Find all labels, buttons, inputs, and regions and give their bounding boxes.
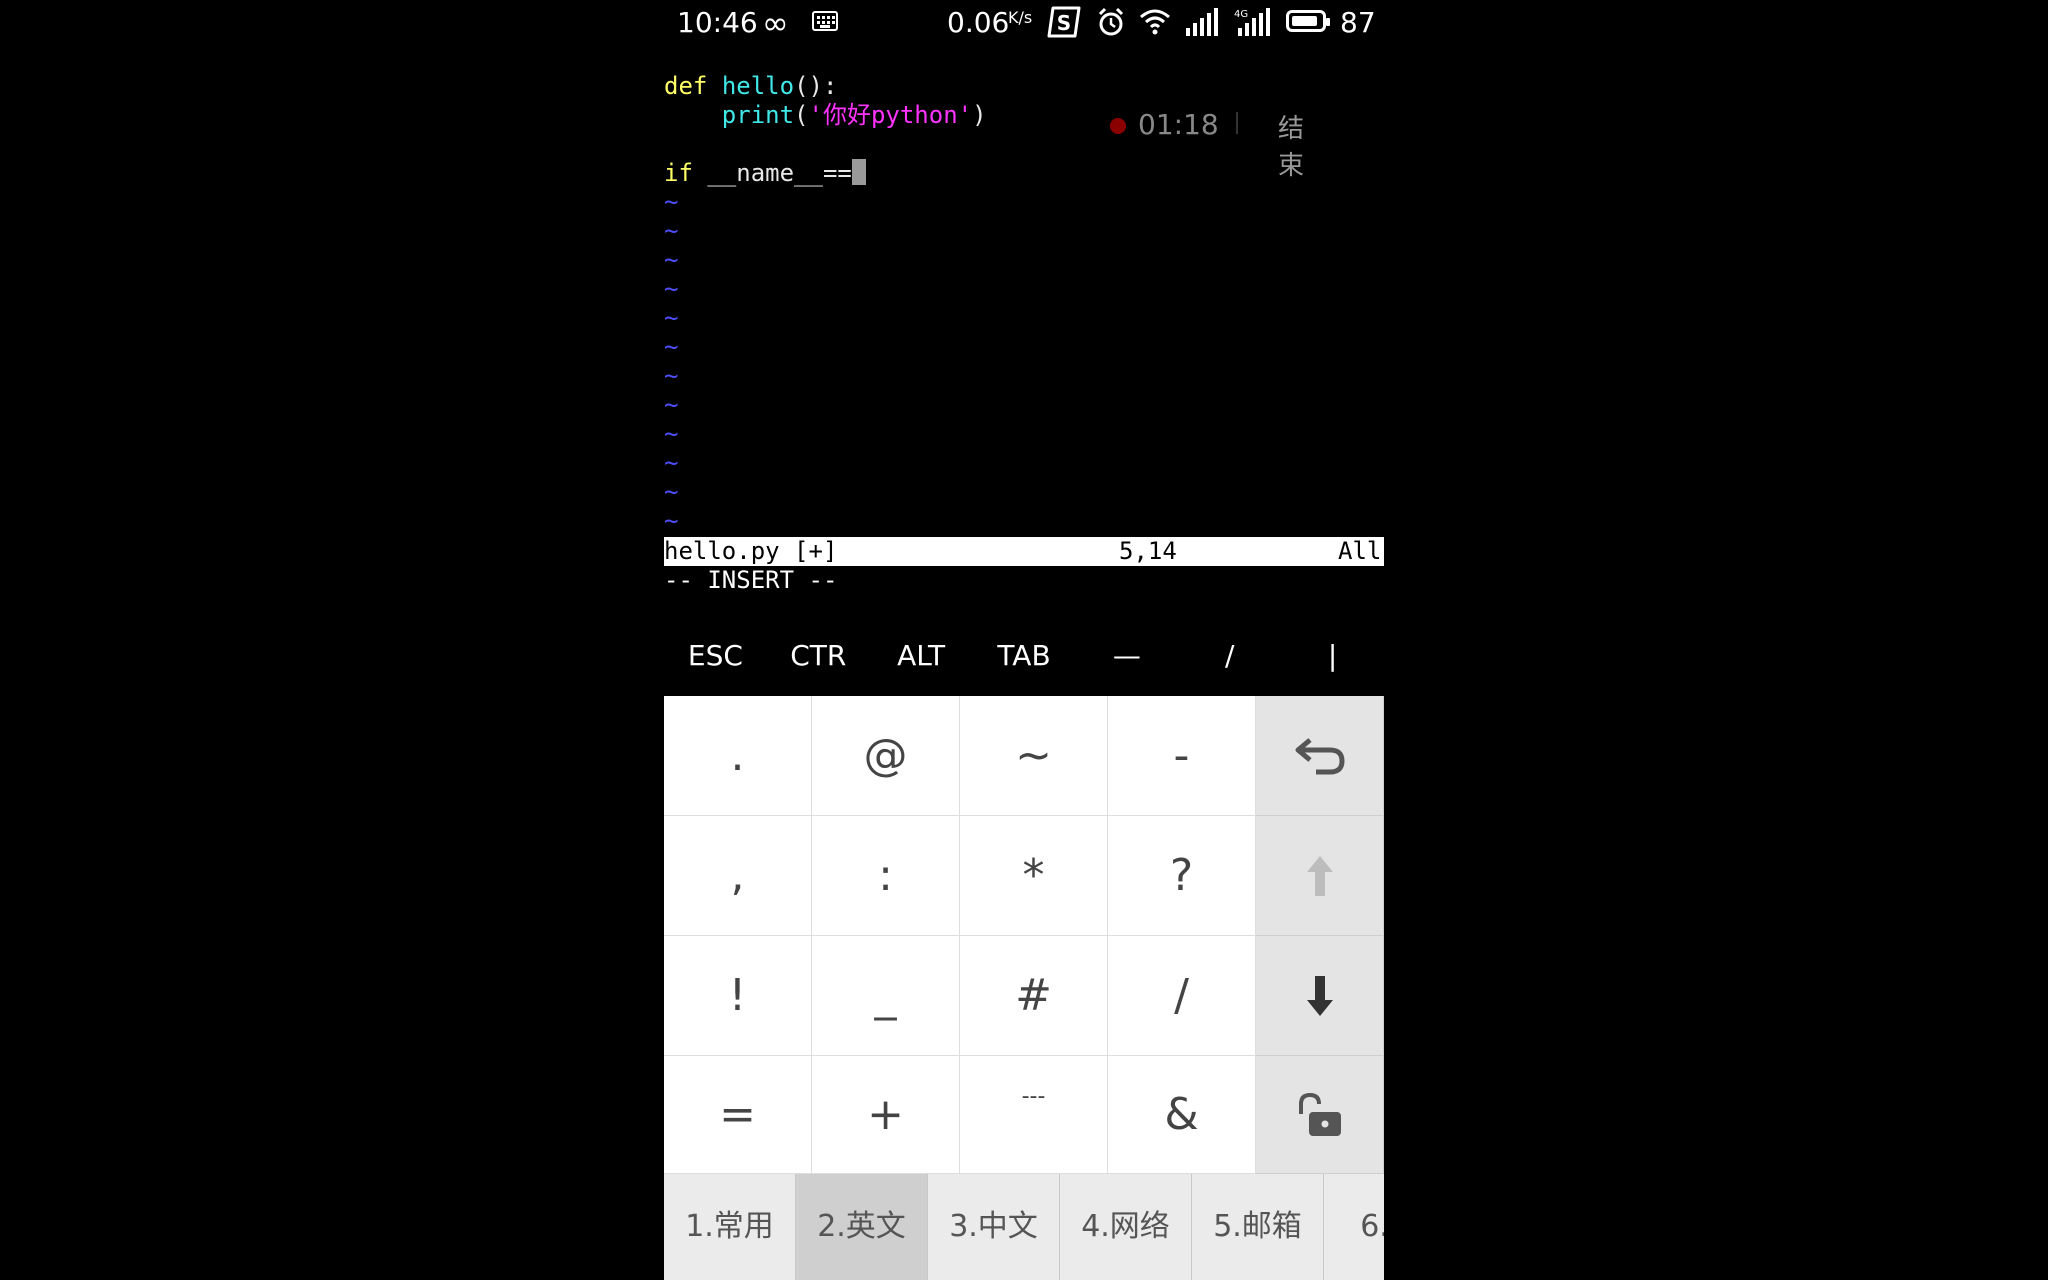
code-text: ():	[794, 72, 838, 100]
function-name: hello	[721, 72, 795, 100]
battery-percent: 87	[1340, 6, 1376, 39]
empty-line-marker: ~	[664, 217, 679, 245]
battery-icon	[1286, 10, 1330, 32]
tab-email[interactable]: 5.邮箱	[1192, 1174, 1324, 1280]
alt-key[interactable]: ALT	[870, 628, 973, 684]
4g-signal-icon: 4G	[1234, 8, 1270, 36]
end-recording-button[interactable]: 结束	[1278, 108, 1304, 182]
code-text: __name__==	[692, 159, 852, 187]
wifi-icon	[1140, 9, 1170, 35]
key-equals[interactable]: =	[664, 1056, 812, 1174]
empty-line-marker: ~	[664, 188, 679, 216]
record-dot-icon	[1110, 118, 1126, 134]
statusline-filename: hello.py [+]	[664, 537, 838, 565]
status-bar: 10:46 ∞ 0.06 K/s S 4G 87	[664, 0, 1384, 44]
keyword: if	[664, 159, 693, 187]
empty-line-marker: ~	[664, 478, 679, 506]
alarm-icon	[1098, 7, 1124, 36]
empty-line-marker: ~	[664, 391, 679, 419]
dash-key[interactable]: —	[1075, 628, 1178, 684]
empty-line-marker: ~	[664, 420, 679, 448]
key-comma[interactable]: ,	[664, 816, 812, 936]
unlock-key[interactable]	[1256, 1056, 1384, 1174]
code-line-1: def hello():	[664, 72, 1384, 101]
statusline-position: 5,14	[1119, 537, 1177, 565]
slash-key[interactable]: /	[1178, 628, 1281, 684]
paren-close: )	[972, 101, 987, 129]
phone-screen: 10:46 ∞ 0.06 K/s S 4G 87 def hello(): pr…	[664, 0, 1384, 1280]
keyboard-category-tabs: 1.常用 2.英文 3.中文 4.网络 5.邮箱 6.数	[664, 1174, 1384, 1280]
key-exclamation[interactable]: !	[664, 936, 812, 1056]
extra-keys-row: ESC CTR ALT TAB — / |	[664, 628, 1384, 684]
sogou-icon: S	[1047, 6, 1081, 38]
vim-statusline: hello.py [+] 5,14 All	[664, 537, 1384, 566]
recording-time: 01:18	[1138, 108, 1219, 141]
function-name: print	[721, 101, 795, 129]
backspace-icon	[1295, 737, 1345, 774]
arrow-down-icon	[1306, 975, 1333, 1016]
status-time: 10:46	[677, 6, 758, 39]
code-line-4: if __name__==	[664, 159, 1384, 188]
empty-line-marker: ~	[664, 246, 679, 274]
tab-numbers[interactable]: 6.数	[1324, 1174, 1384, 1280]
empty-line-marker: ~	[664, 333, 679, 361]
tab-key[interactable]: TAB	[973, 628, 1076, 684]
empty-line-marker: ~	[664, 362, 679, 390]
key-question[interactable]: ?	[1108, 816, 1256, 936]
key-slash[interactable]: /	[1108, 936, 1256, 1056]
key-at[interactable]: @	[812, 696, 960, 816]
shift-up-key[interactable]	[1256, 816, 1384, 936]
code-line-2: print('你好python')	[664, 101, 1384, 130]
empty-line-marker: ~	[664, 304, 679, 332]
divider	[1236, 112, 1238, 134]
key-tilde[interactable]: ~	[960, 696, 1108, 816]
string-literal: '你好python'	[808, 101, 973, 129]
tab-chinese[interactable]: 3.中文	[928, 1174, 1060, 1280]
statusline-scroll: All	[1338, 537, 1382, 565]
keyboard-icon	[812, 11, 838, 31]
key-hash[interactable]: #	[960, 936, 1108, 1056]
net-speed: 0.06	[947, 6, 1010, 39]
signal-icon	[1186, 8, 1218, 36]
infinity-icon: ∞	[762, 4, 789, 42]
empty-line-marker: ~	[664, 449, 679, 477]
keyword: def	[664, 72, 708, 100]
key-triple-dash[interactable]: ---	[960, 1056, 1108, 1174]
svg-text:S: S	[1057, 11, 1071, 35]
shift-up-icon	[1306, 855, 1333, 896]
vim-editor[interactable]: def hello(): print('你好python') if __name…	[664, 72, 1384, 536]
net-speed-unit: K/s	[1008, 8, 1033, 27]
paren-open: (	[794, 101, 809, 129]
key-minus[interactable]: -	[1108, 696, 1256, 816]
key-plus[interactable]: +	[812, 1056, 960, 1174]
key-underscore[interactable]: _	[812, 936, 960, 1056]
empty-line-marker: ~	[664, 275, 679, 303]
key-asterisk[interactable]: *	[960, 816, 1108, 936]
arrow-down-key[interactable]	[1256, 936, 1384, 1056]
text-cursor	[851, 159, 866, 185]
tab-english[interactable]: 2.英文	[796, 1174, 928, 1280]
key-period[interactable]: .	[664, 696, 812, 816]
unlock-icon	[1298, 1092, 1341, 1136]
ctrl-key[interactable]: CTR	[767, 628, 870, 684]
key-ampersand[interactable]: &	[1108, 1056, 1256, 1174]
backspace-key[interactable]	[1256, 696, 1384, 816]
tab-network[interactable]: 4.网络	[1060, 1174, 1192, 1280]
pipe-key[interactable]: |	[1281, 628, 1384, 684]
svg-text:4G: 4G	[1234, 9, 1248, 20]
key-colon[interactable]: :	[812, 816, 960, 936]
symbol-keyboard: . @ ~ - , : * ? ! _ # / = + --- &	[664, 696, 1384, 1174]
esc-key[interactable]: ESC	[664, 628, 767, 684]
empty-line-marker: ~	[664, 507, 679, 535]
vim-mode-indicator: -- INSERT --	[664, 566, 838, 594]
tab-common[interactable]: 1.常用	[664, 1174, 796, 1280]
